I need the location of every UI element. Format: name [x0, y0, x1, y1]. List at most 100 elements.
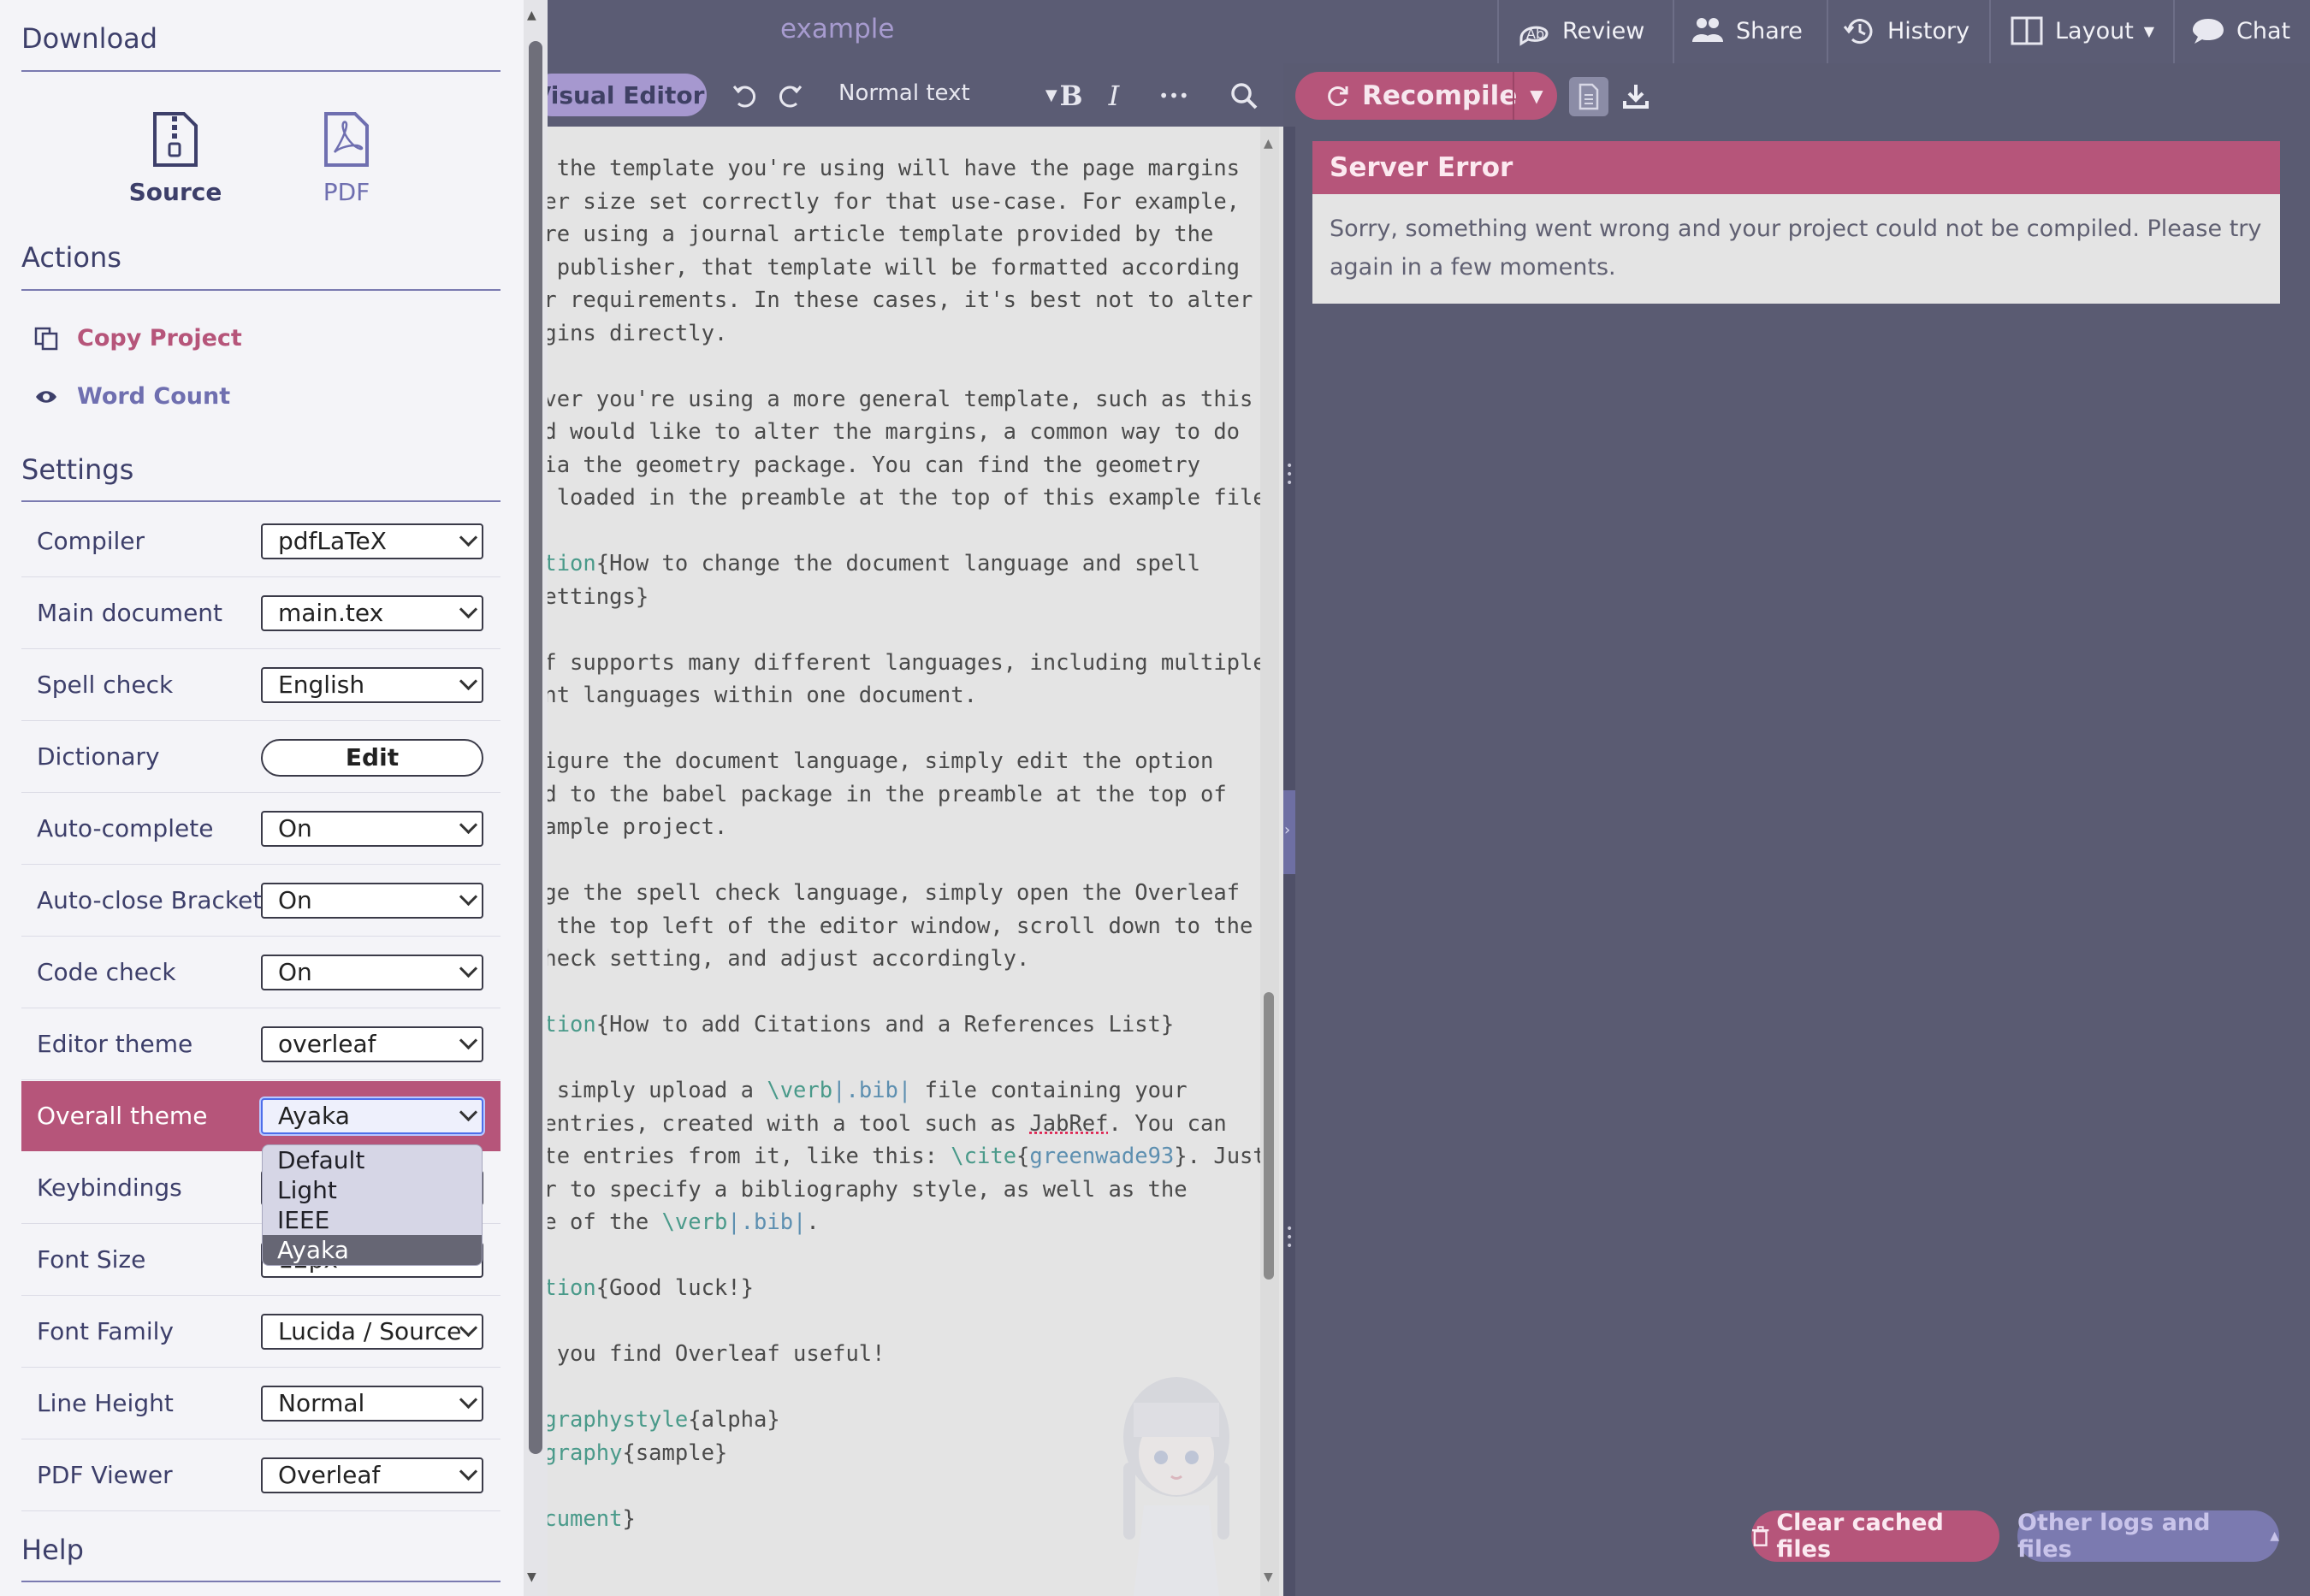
code-line: ed to the babel package in the preamble … [530, 781, 1227, 807]
svg-text:Ab: Ab [1526, 26, 1544, 42]
layout-label: Layout [2055, 17, 2134, 44]
code-line: rgins directly. [530, 320, 728, 346]
word-count-label: Word Count [77, 383, 231, 410]
code-line: per size set correctly for that use-case… [530, 188, 1241, 215]
select-value: English [278, 671, 365, 699]
drag-handle-icon[interactable]: • • • [1286, 460, 1293, 489]
spell-check-select[interactable]: English [261, 667, 483, 703]
setting-label: Dictionary [37, 742, 160, 771]
divider [21, 289, 500, 291]
word-count-button[interactable]: Word Count [34, 383, 230, 410]
setting-label: Spell check [37, 671, 174, 699]
scroll-down-arrow[interactable]: ▼ [527, 1570, 536, 1584]
chevron-down-icon [459, 1102, 478, 1122]
copy-project-button[interactable]: Copy Project [34, 325, 242, 352]
code-line: af supports many different languages, in… [530, 649, 1266, 676]
main-document-select[interactable]: main.tex [261, 595, 483, 631]
select-value: overleaf [278, 1030, 376, 1058]
document-icon[interactable] [1569, 77, 1608, 116]
menu-scroll-thumb[interactable] [529, 41, 542, 1454]
chevron-right-icon: › [1284, 821, 1291, 839]
setting-main-document: Main document main.tex [21, 578, 500, 649]
theme-option[interactable]: IEEE [263, 1205, 482, 1235]
other-logs-button[interactable]: Other logs and files ▲ [2017, 1510, 2279, 1563]
redo-icon[interactable] [770, 77, 808, 115]
layout-button[interactable]: Layout ▼ [2009, 0, 2154, 62]
overall-theme-dropdown: Default Light IEEE Ayaka [262, 1144, 483, 1266]
download-pdf-button[interactable]: PDF [295, 111, 398, 206]
download-icon[interactable] [1617, 77, 1655, 115]
visual-editor-toggle[interactable]: Visual Editor [530, 74, 707, 116]
overall-theme-select[interactable]: Ayaka [261, 1098, 483, 1134]
setting-pdf-viewer: PDF Viewer Overleaf [21, 1440, 500, 1511]
code-line: figure the document language, simply edi… [530, 748, 1214, 774]
divider [1673, 0, 1674, 63]
select-value: On [278, 814, 312, 842]
scroll-up-arrow[interactable]: ▲ [527, 9, 536, 22]
setting-auto-close: Auto-close Brackets On [21, 866, 500, 937]
code-line: xample project. [530, 814, 728, 840]
chevron-down-icon [459, 815, 478, 835]
theme-mascot-image [1123, 1377, 1229, 1596]
download-source-button[interactable]: Source [124, 111, 227, 206]
theme-option[interactable]: Default [263, 1145, 482, 1175]
dictionary-edit-button[interactable]: Edit [261, 739, 483, 777]
left-menu-panel: Download Source PDF Actions Copy Project… [0, 0, 524, 1596]
code-line: nd would like to alter the margins, a co… [530, 419, 1241, 445]
chevron-down-icon [459, 528, 478, 547]
pdf-icon [324, 112, 369, 167]
auto-complete-select[interactable]: On [261, 811, 483, 847]
chevron-down-icon [459, 600, 478, 619]
layout-icon [2011, 16, 2043, 45]
select-value: Normal [278, 1389, 365, 1417]
search-icon[interactable] [1225, 77, 1263, 115]
share-label: Share [1736, 17, 1803, 44]
chat-icon [2193, 19, 2224, 44]
code-line: ever you're using a more general templat… [530, 386, 1253, 412]
scroll-down-arrow[interactable]: ▼ [1264, 1570, 1273, 1584]
review-button[interactable]: Ab Review [1516, 0, 1644, 62]
collapse-pane-handle[interactable]: › [1283, 790, 1295, 874]
trash-icon [1751, 1526, 1769, 1546]
setting-label: Editor theme [37, 1030, 193, 1058]
history-button[interactable]: History [1841, 0, 1969, 62]
code-line: e loaded in the preamble at the top of t… [530, 485, 1280, 511]
setting-line-height: Line Height Normal [21, 1368, 500, 1439]
theme-option-selected[interactable]: Ayaka [263, 1235, 482, 1265]
select-value: Overleaf [278, 1461, 381, 1489]
share-button[interactable]: Share [1690, 0, 1803, 62]
editor-scrollbar[interactable] [1260, 127, 1279, 1596]
code-check-select[interactable]: On [261, 955, 483, 990]
recompile-label: Recompile [1362, 80, 1518, 111]
auto-close-select[interactable]: On [261, 883, 483, 919]
chat-button[interactable]: Chat [2190, 0, 2290, 62]
code-line: ction{How to change the document languag… [530, 551, 1200, 576]
font-family-select[interactable]: Lucida / Source [261, 1314, 483, 1350]
drag-handle-icon[interactable]: • • • [1286, 1223, 1293, 1252]
help-heading: Help [21, 1534, 84, 1566]
code-line: er to specify a bibliography style, as w… [530, 1176, 1188, 1203]
setting-compiler: Compiler pdfLaTeX [21, 506, 500, 577]
editor-scroll-thumb[interactable] [1264, 992, 1274, 1280]
line-height-select[interactable]: Normal [261, 1386, 483, 1422]
setting-label: Font Family [37, 1317, 174, 1345]
more-button[interactable]: ••• [1155, 77, 1193, 115]
setting-font-family: Font Family Lucida / Source [21, 1297, 500, 1368]
clear-cache-button[interactable]: Clear cached files [1751, 1510, 1999, 1563]
italic-button[interactable]: I [1095, 77, 1133, 115]
code-line: ographystyle{alpha} [530, 1407, 780, 1433]
undo-icon[interactable] [727, 77, 765, 115]
bold-button[interactable]: B [1052, 77, 1090, 115]
editor-theme-select[interactable]: overleaf [261, 1026, 483, 1062]
project-title[interactable]: example [780, 14, 894, 44]
compiler-select[interactable]: pdfLaTeX [261, 523, 483, 559]
scroll-up-arrow[interactable]: ▲ [1264, 137, 1273, 151]
pdf-viewer-select[interactable]: Overleaf [261, 1457, 483, 1493]
recompile-options-button[interactable]: ▼ [1513, 72, 1559, 120]
setting-label: Overall theme [37, 1102, 208, 1130]
chevron-down-icon [459, 1462, 478, 1481]
text-style-select[interactable]: Normal text ▼ [838, 80, 1057, 106]
code-line: n simply upload a \verb|.bib| file conta… [530, 1078, 1188, 1103]
review-icon: Ab [1519, 26, 1549, 46]
theme-option[interactable]: Light [263, 1175, 482, 1205]
